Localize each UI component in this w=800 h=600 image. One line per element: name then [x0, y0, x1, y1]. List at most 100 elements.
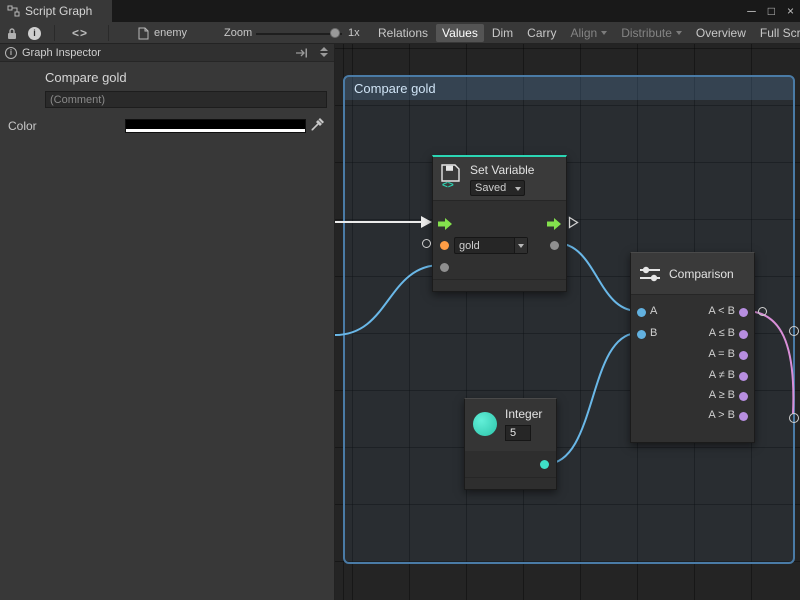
lock-icon [6, 27, 18, 40]
node-title: Integer [505, 407, 542, 421]
out-lte-port[interactable] [739, 330, 748, 339]
comparison-row: B A ≤ B [631, 324, 754, 345]
color-swatch[interactable] [125, 119, 306, 133]
graph-inspector-header: i Graph Inspector [0, 44, 334, 62]
comparison-icon [639, 265, 661, 283]
out-gte-port[interactable] [739, 392, 748, 401]
flow-continue-icon[interactable] [568, 216, 579, 229]
input-b-label: B [650, 327, 657, 339]
minimize-icon[interactable]: ─ [747, 4, 756, 18]
out-lte-label: A ≤ B [709, 327, 735, 339]
graph-asset-icon [138, 27, 149, 40]
close-icon[interactable]: × [787, 4, 794, 18]
script-graph-tab[interactable]: Script Graph [0, 0, 112, 22]
chevron-down-icon [601, 31, 607, 35]
out-lt-port[interactable] [739, 308, 748, 317]
alpha-bar [126, 129, 305, 132]
graph-canvas[interactable]: Compare gold <> Set Variable Saved [335, 44, 800, 600]
color-field-label: Color [8, 119, 37, 133]
set-variable-header[interactable]: <> Set Variable Saved [433, 157, 566, 201]
values-button[interactable]: Values [436, 24, 484, 42]
node-comparison[interactable]: Comparison A A < B B A ≤ B A = B A ≠ B [630, 252, 755, 443]
integer-value-field[interactable]: 5 [505, 425, 531, 441]
inspect-toggle-button[interactable]: i [28, 22, 41, 44]
node-title: Comparison [669, 267, 734, 281]
out-neq-port[interactable] [739, 372, 748, 381]
chevron-down-icon [676, 31, 682, 35]
flow-output-port[interactable] [547, 218, 561, 230]
comparison-row: A ≠ B [631, 366, 754, 387]
script-graph-icon [7, 5, 20, 17]
input-a-label: A [650, 305, 657, 317]
comparison-row: A A < B [631, 302, 754, 323]
variable-scope-dropdown[interactable]: Saved [470, 180, 525, 196]
integer-body [465, 451, 556, 489]
panel-scroll-arrows[interactable] [320, 47, 328, 57]
integer-output-port[interactable] [540, 460, 549, 469]
align-dropdown[interactable]: Align [565, 24, 614, 42]
toolbar-separator [54, 25, 55, 41]
code-icon: <> [72, 26, 88, 40]
group-title: Compare gold [354, 81, 436, 96]
node-integer[interactable]: Integer 5 [464, 398, 557, 490]
node-title: Set Variable [470, 163, 534, 177]
out-eq-label: A = B [708, 348, 735, 360]
input-a-port[interactable] [637, 308, 646, 317]
out-gt-label: A > B [708, 409, 735, 421]
unconnected-port-icon[interactable] [758, 307, 767, 316]
chevron-down-icon [518, 244, 524, 248]
comparison-row: A > B [631, 406, 754, 427]
offscreen-port-icon[interactable] [789, 326, 799, 336]
overview-button[interactable]: Overview [690, 24, 752, 42]
code-preview-button[interactable]: <> [72, 22, 88, 44]
tab-title: Script Graph [25, 4, 92, 18]
comment-input[interactable] [45, 91, 327, 108]
variable-name-dropdown[interactable]: gold [454, 237, 528, 254]
arrow-up-icon [320, 47, 328, 51]
comparison-header[interactable]: Comparison [631, 253, 754, 295]
out-gt-port[interactable] [739, 412, 748, 421]
inspector-title: Graph Inspector [22, 47, 101, 59]
zoom-slider-handle[interactable] [330, 28, 340, 38]
zoom-value: 1x [348, 22, 360, 44]
info-icon: i [5, 47, 17, 59]
flow-input-port[interactable] [438, 218, 452, 230]
toolbar-separator [108, 25, 109, 41]
window-controls: ─ □ × [747, 0, 794, 22]
carry-button[interactable]: Carry [521, 24, 562, 42]
graph-toolbar: i <> enemy Zoom 1x Relations Values Dim … [0, 22, 800, 44]
value-input-port[interactable] [440, 263, 449, 272]
out-neq-label: A ≠ B [709, 369, 735, 381]
input-b-port[interactable] [637, 330, 646, 339]
zoom-label: Zoom [224, 22, 252, 44]
graph-name-label: enemy [154, 27, 187, 39]
comparison-row: A = B [631, 345, 754, 366]
chevron-down-icon [515, 187, 521, 191]
group-header[interactable]: Compare gold [345, 77, 793, 100]
out-lt-label: A < B [708, 305, 735, 317]
unconnected-port-icon[interactable] [422, 239, 431, 248]
integer-icon [473, 412, 497, 436]
maximize-icon[interactable]: □ [768, 4, 775, 18]
graph-breadcrumb[interactable]: enemy [138, 22, 187, 44]
fullscreen-button[interactable]: Full Screen [754, 24, 800, 42]
lock-button[interactable] [6, 22, 18, 44]
eyedropper-icon[interactable] [310, 117, 325, 132]
out-gte-label: A ≥ B [709, 389, 735, 401]
variable-name-port[interactable] [440, 241, 449, 250]
value-output-port[interactable] [550, 241, 559, 250]
toolbar-buttons: Relations Values Dim Carry Align Distrib… [372, 22, 800, 44]
offscreen-port-icon[interactable] [789, 413, 799, 423]
comparison-row: A ≥ B [631, 386, 754, 407]
info-icon: i [28, 27, 41, 40]
save-variable-icon: <> [440, 163, 462, 189]
relations-button[interactable]: Relations [372, 24, 434, 42]
svg-text:<>: <> [442, 180, 454, 189]
node-separator [465, 477, 556, 478]
node-set-variable[interactable]: <> Set Variable Saved gold [432, 155, 567, 292]
out-eq-port[interactable] [739, 351, 748, 360]
dock-icon[interactable] [295, 47, 308, 59]
distribute-dropdown[interactable]: Distribute [615, 24, 688, 42]
dim-button[interactable]: Dim [486, 24, 519, 42]
node-separator [433, 279, 566, 280]
